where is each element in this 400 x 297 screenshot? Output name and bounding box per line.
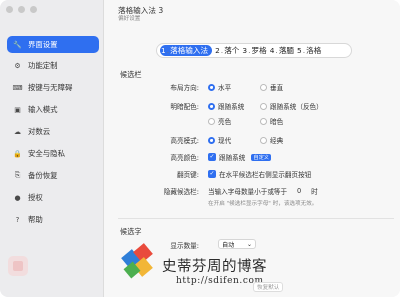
radio-indicator: [260, 83, 267, 91]
window-controls: [6, 6, 37, 13]
sidebar-item-label: 对数云: [28, 127, 51, 136]
sidebar-item-license[interactable]: ● 授权: [7, 189, 99, 206]
preferences-window: 🔧 界面设置 ⚙ 功能定制 ⌨ 按键与无障碍 ▣ 输入模式 ☁ 对数云 🔒 安全…: [0, 0, 400, 297]
radio-indicator: [260, 136, 267, 144]
sidebar-item-label: 界面设置: [28, 40, 58, 49]
restore-defaults-button[interactable]: 恢复默认: [253, 282, 284, 292]
watermark-text: 史蒂芬周的博客: [162, 259, 267, 275]
layout-label: 布局方向:: [170, 84, 199, 92]
color-dark-radio[interactable]: 暗色: [260, 116, 283, 126]
window-subtitle: 偏好设置: [118, 16, 141, 22]
cloud-icon: ☁: [14, 127, 21, 136]
highlight-color-checkbox[interactable]: ✓ 跟随系统 自定义: [208, 152, 271, 162]
sidebar-item-label: 帮助: [28, 215, 43, 224]
sidebar-item-backup[interactable]: ⎘ 备份恢复: [7, 167, 99, 184]
watermark-url: http://sdifen.com: [176, 276, 264, 286]
color-follow-system-inverted-radio[interactable]: 跟随系统（反色）: [260, 101, 323, 111]
wrench-icon: 🔧: [13, 40, 22, 49]
highlight-classic-radio[interactable]: 经典: [260, 135, 283, 145]
color-scheme-label: 明暗配色:: [170, 103, 199, 111]
sidebar-item-cloud[interactable]: ☁ 对数云: [7, 123, 99, 140]
sidebar-item-label: 备份恢复: [28, 171, 58, 180]
key-icon: ●: [14, 193, 21, 202]
sidebar-item-label: 授权: [28, 193, 43, 202]
preview-candidate: 2. 落个: [215, 46, 240, 55]
zoom-window-button[interactable]: [30, 6, 37, 13]
sidebar-item-features[interactable]: ⚙ 功能定制: [7, 57, 99, 74]
sidebar-item-keys[interactable]: ⌨ 按键与无障碍: [7, 79, 99, 96]
app-logo: [8, 256, 28, 276]
sidebar-item-interface[interactable]: 🔧 界面设置: [7, 36, 99, 53]
radio-indicator: [260, 102, 267, 110]
radio-indicator: [208, 136, 215, 144]
sidebar-item-security[interactable]: 🔒 安全与隐私: [7, 145, 99, 162]
sidebar-item-input-mode[interactable]: ▣ 输入模式: [7, 101, 99, 118]
close-window-button[interactable]: [6, 6, 13, 13]
sidebar-item-label: 功能定制: [28, 61, 58, 70]
candidate-preview: 1. 落格输入法 2. 落个 3. 罗格 4. 落腼 5. 洛格: [156, 43, 352, 58]
paging-checkbox[interactable]: ✓ 在水平候选栏右侧显示翻页按钮: [208, 169, 311, 179]
radio-indicator: [260, 117, 267, 125]
paging-label: 翻页键:: [176, 171, 199, 179]
minimize-window-button[interactable]: [18, 6, 25, 13]
backup-icon: ⎘: [14, 171, 21, 179]
highlight-modern-radio[interactable]: 现代: [208, 135, 231, 145]
hide-bar-count-input[interactable]: 0: [292, 187, 306, 195]
checkmark-icon: ✓: [208, 153, 216, 161]
sidebar-item-label: 按键与无障碍: [28, 83, 73, 92]
preview-candidate: 4. 落腼: [269, 46, 295, 55]
radio-indicator: [208, 102, 215, 110]
preview-candidate: 3. 罗格: [242, 46, 267, 55]
chevron-down-icon: ⌄: [246, 240, 252, 248]
color-follow-system-radio[interactable]: 跟随系统: [208, 101, 244, 111]
keyboard-icon: ⌨: [12, 83, 23, 92]
highlight-color-label: 高亮颜色:: [170, 154, 199, 162]
color-light-radio[interactable]: 亮色: [208, 116, 231, 126]
sidebar-item-label: 输入模式: [28, 105, 58, 114]
preview-candidate: 5. 洛格: [297, 46, 322, 55]
layout-horizontal-radio[interactable]: 水平: [208, 82, 231, 92]
lock-icon: 🔒: [13, 149, 22, 158]
section-title-candidate-bar: 候选栏: [120, 70, 142, 79]
sidebar-item-help[interactable]: ? 帮助: [7, 211, 99, 228]
hide-bar-setting: 当输入字母数量小于或等于 0 时: [208, 187, 318, 196]
watermark-logo: [121, 243, 153, 279]
input-mode-icon: ▣: [14, 105, 21, 114]
section-title-candidate-word: 候选字: [120, 227, 142, 236]
radio-indicator: [208, 83, 215, 91]
radio-indicator: [208, 117, 215, 125]
custom-color-badge[interactable]: 自定义: [251, 153, 271, 161]
layout-vertical-radio[interactable]: 垂直: [260, 82, 283, 92]
section-divider: [118, 218, 394, 219]
hide-bar-hint: 在开启 "候选栏显示字母" 时，该选项无效。: [208, 201, 318, 207]
sidebar: 🔧 界面设置 ⚙ 功能定制 ⌨ 按键与无障碍 ▣ 输入模式 ☁ 对数云 🔒 安全…: [0, 0, 104, 297]
checkmark-icon: ✓: [208, 170, 216, 178]
highlight-mode-label: 高亮模式:: [170, 137, 199, 145]
sliders-icon: ⚙: [14, 61, 21, 70]
hide-bar-label: 隐藏候选栏:: [163, 188, 199, 196]
display-count-select[interactable]: 自动 ⌄: [218, 239, 256, 249]
sidebar-item-label: 安全与隐私: [28, 149, 65, 158]
help-icon: ?: [15, 215, 20, 224]
preview-candidate: 1. 落格输入法: [160, 45, 213, 56]
